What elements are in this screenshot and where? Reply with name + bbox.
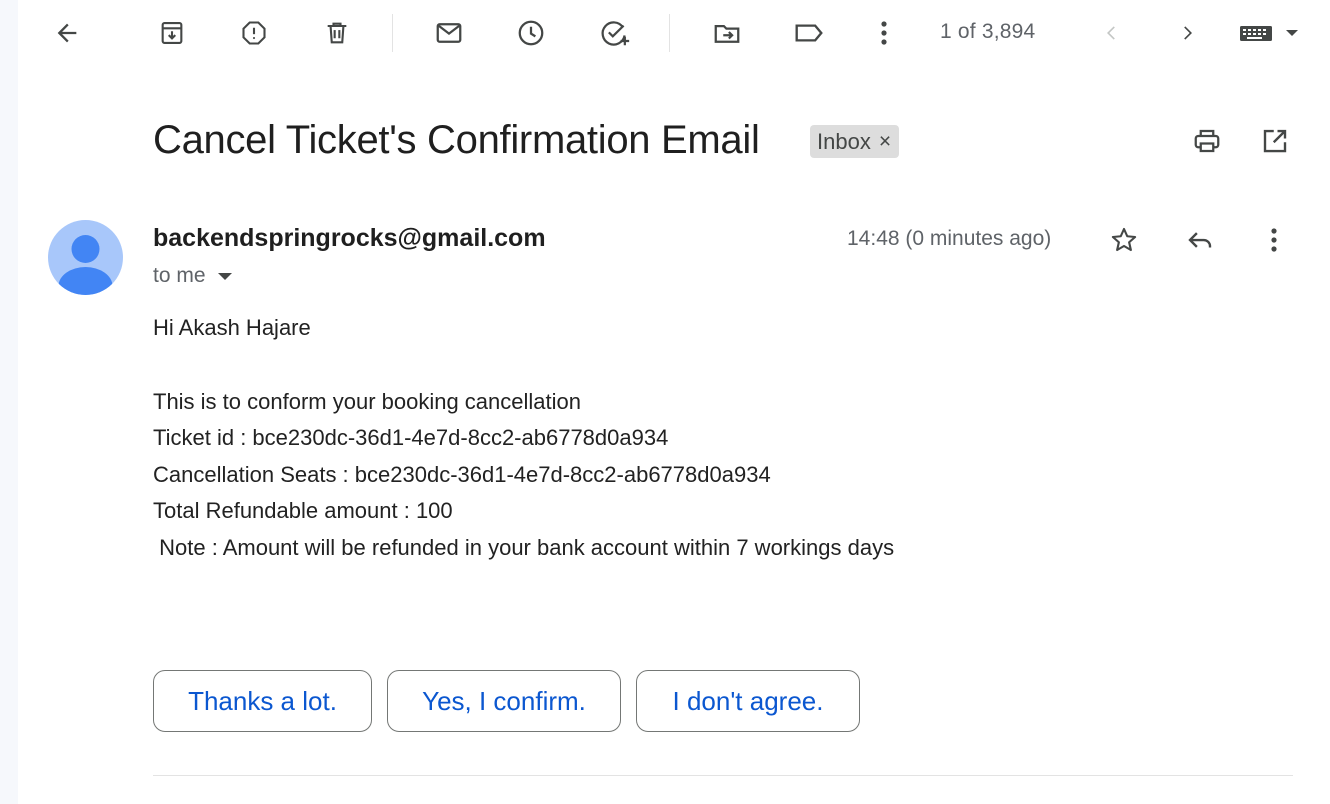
star-icon[interactable] bbox=[1106, 222, 1142, 258]
label-icon[interactable] bbox=[791, 16, 827, 50]
smart-reply-confirm-button[interactable]: Yes, I confirm. bbox=[387, 670, 621, 732]
inbox-label-chip[interactable]: Inbox × bbox=[810, 125, 900, 158]
back-arrow-icon[interactable] bbox=[50, 16, 84, 50]
add-to-tasks-icon[interactable] bbox=[597, 16, 633, 50]
archive-icon[interactable] bbox=[155, 16, 189, 50]
more-vert-icon[interactable] bbox=[1257, 222, 1291, 258]
newer-chevron-icon[interactable] bbox=[1097, 16, 1127, 50]
report-spam-icon[interactable] bbox=[237, 16, 271, 50]
label-chip-text: Inbox bbox=[817, 128, 871, 154]
chevron-down-icon[interactable] bbox=[217, 272, 232, 280]
recipient-text: to me bbox=[153, 264, 206, 287]
recipient-details-toggle[interactable]: to me bbox=[153, 264, 232, 288]
email-body-line: Cancellation Seats : bce230dc-36d1-4e7d-… bbox=[153, 462, 771, 487]
sender-avatar[interactable] bbox=[48, 220, 123, 295]
email-subject: Cancel Ticket's Confirmation Email bbox=[153, 118, 760, 162]
remove-label-icon[interactable]: × bbox=[879, 130, 891, 154]
keyboard-icon[interactable] bbox=[1236, 16, 1304, 50]
pagination-count: 1 of 3,894 bbox=[940, 20, 1036, 43]
mark-unread-icon[interactable] bbox=[432, 16, 466, 50]
toolbar-divider bbox=[392, 14, 393, 52]
open-in-new-window-icon[interactable] bbox=[1257, 124, 1293, 158]
smart-reply-thanks-button[interactable]: Thanks a lot. bbox=[153, 670, 372, 732]
more-vert-icon[interactable] bbox=[867, 16, 901, 50]
email-body-line: Ticket id : bce230dc-36d1-4e7d-8cc2-ab67… bbox=[153, 425, 669, 450]
sender-address[interactable]: backendspringrocks@gmail.com bbox=[153, 224, 546, 253]
snooze-icon[interactable] bbox=[514, 16, 548, 50]
move-to-icon[interactable] bbox=[709, 16, 745, 50]
smart-reply-disagree-button[interactable]: I don't agree. bbox=[636, 670, 860, 732]
print-icon[interactable] bbox=[1189, 124, 1225, 158]
divider bbox=[153, 775, 1293, 776]
email-body-line: Note : Amount will be refunded in your b… bbox=[153, 535, 895, 560]
older-chevron-icon[interactable] bbox=[1172, 16, 1202, 50]
email-body-line: This is to conform your booking cancella… bbox=[153, 389, 581, 414]
email-body-line: Total Refundable amount : 100 bbox=[153, 498, 453, 523]
email-greeting: Hi Akash Hajare bbox=[153, 315, 311, 340]
reply-icon[interactable] bbox=[1182, 222, 1218, 258]
email-timestamp: 14:48 (0 minutes ago) bbox=[847, 227, 1052, 250]
toolbar-divider bbox=[669, 14, 670, 52]
delete-icon[interactable] bbox=[320, 16, 354, 50]
